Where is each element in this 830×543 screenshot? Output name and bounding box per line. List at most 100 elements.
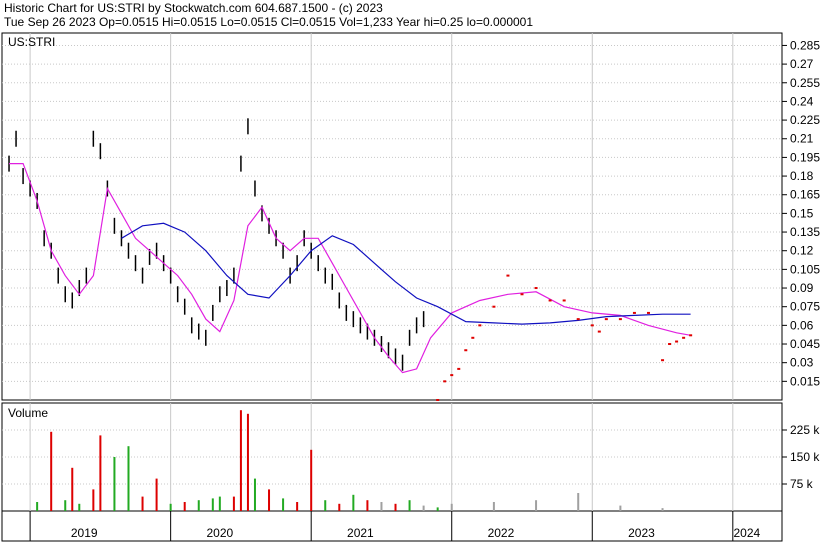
price-tick-label: 0.225 (790, 113, 820, 127)
price-tick-label: 0.285 (790, 38, 820, 52)
price-tick-label: 0.09 (790, 281, 814, 295)
price-dot (597, 330, 601, 333)
price-dot (668, 343, 672, 346)
price-tick-label: 0.06 (790, 318, 814, 332)
volume-bar (661, 508, 664, 511)
price-dot (576, 318, 580, 321)
volume-bar (450, 503, 453, 511)
volume-bar (352, 494, 355, 511)
price-tick-label: 0.135 (790, 225, 820, 239)
volume-bar (366, 500, 369, 511)
price-tick-label: 0.015 (790, 374, 820, 388)
symbol-label: US:STRI (8, 35, 55, 49)
volume-tick-label: 75 k (790, 477, 814, 491)
volume-bar (71, 467, 74, 511)
volume-bar (211, 498, 214, 511)
price-dot (520, 293, 524, 296)
volume-bar (282, 498, 285, 511)
price-dot (506, 274, 510, 277)
volume-bar (169, 503, 172, 511)
volume-bar (36, 502, 39, 511)
year-tick-label: 2023 (628, 526, 655, 540)
volume-bar (197, 500, 200, 511)
chart-title: Historic Chart for US:STRI by Stockwatch… (4, 1, 383, 15)
volume-bar (619, 505, 622, 511)
volume-bar (492, 502, 495, 511)
volume-bar (535, 500, 538, 511)
year-tick-label: 2019 (71, 526, 98, 540)
volume-tick-label: 150 k (790, 450, 820, 464)
price-panel (1, 32, 783, 401)
volume-bar (127, 446, 130, 511)
volume-bar (253, 478, 256, 511)
volume-tick-label: 225 k (790, 423, 820, 437)
volume-bar (99, 435, 102, 511)
volume-bar (408, 500, 411, 511)
price-dot (682, 336, 686, 339)
price-dot (436, 399, 440, 401)
volume-label: Volume (8, 406, 48, 420)
price-tick-label: 0.075 (790, 300, 820, 314)
volume-bar (92, 489, 95, 511)
volume-bar (296, 502, 299, 511)
price-dot (604, 318, 608, 321)
price-tick-label: 0.105 (790, 262, 820, 276)
price-tick-label: 0.03 (790, 356, 814, 370)
volume-bar (50, 431, 53, 511)
volume-bar (239, 410, 242, 511)
year-tick-label: 2020 (206, 526, 233, 540)
price-dot (464, 349, 468, 352)
volume-bar (422, 505, 425, 511)
price-tick-label: 0.195 (790, 150, 820, 164)
volume-bar (246, 413, 249, 511)
price-tick-label: 0.18 (790, 169, 814, 183)
price-dot (534, 287, 538, 290)
volume-bar (394, 503, 397, 511)
volume-bar (218, 496, 221, 511)
volume-bar (155, 478, 158, 511)
price-dot (471, 336, 475, 339)
price-dot (590, 324, 594, 327)
price-tick-label: 0.255 (790, 76, 820, 90)
volume-bar (232, 496, 235, 511)
price-dot (492, 305, 496, 308)
volume-bar (338, 503, 341, 511)
price-dot (618, 318, 622, 321)
price-axis: 0.285 0.27 0.255 0.24 0.225 0.21 0.195 0.18 0.16… (782, 38, 820, 388)
volume-bar (324, 500, 327, 511)
stock-chart: Historic Chart for US:STRI by Stockwatch… (1, 1, 820, 542)
volume-bar (183, 502, 186, 511)
volume-bar (310, 449, 313, 511)
volume-bar (64, 500, 67, 511)
price-tick-label: 0.24 (790, 94, 814, 108)
x-axis-band (1, 510, 783, 542)
price-tick-label: 0.045 (790, 337, 820, 351)
volume-bar (78, 503, 81, 511)
price-dot (661, 359, 665, 362)
volume-bar (113, 457, 116, 511)
volume-bar (577, 493, 580, 511)
quote-summary: Tue Sep 26 2023 Op=0.0515 Hi=0.0515 Lo=0… (4, 15, 533, 29)
price-dot (450, 374, 454, 377)
price-dot (646, 311, 650, 314)
price-dot (562, 299, 566, 302)
year-tick-label: 2022 (488, 526, 515, 540)
price-tick-label: 0.12 (790, 244, 814, 258)
price-dot (443, 380, 447, 383)
year-tick-label: 2024 (734, 526, 761, 540)
volume-bar (268, 489, 271, 511)
price-dot (478, 324, 482, 327)
price-tick-label: 0.21 (790, 132, 814, 146)
price-tick-label: 0.27 (790, 57, 814, 71)
price-tick-label: 0.165 (790, 188, 820, 202)
volume-axis: 225 k 150 k 75 k (782, 423, 820, 491)
price-dot (457, 367, 461, 370)
price-dot (689, 334, 693, 337)
price-tick-label: 0.15 (790, 206, 814, 220)
volume-bar (141, 496, 144, 511)
volume-bar (436, 507, 439, 511)
price-dot (548, 299, 552, 302)
volume-bar (380, 502, 383, 511)
price-dot (632, 311, 636, 314)
year-tick-label: 2021 (347, 526, 374, 540)
